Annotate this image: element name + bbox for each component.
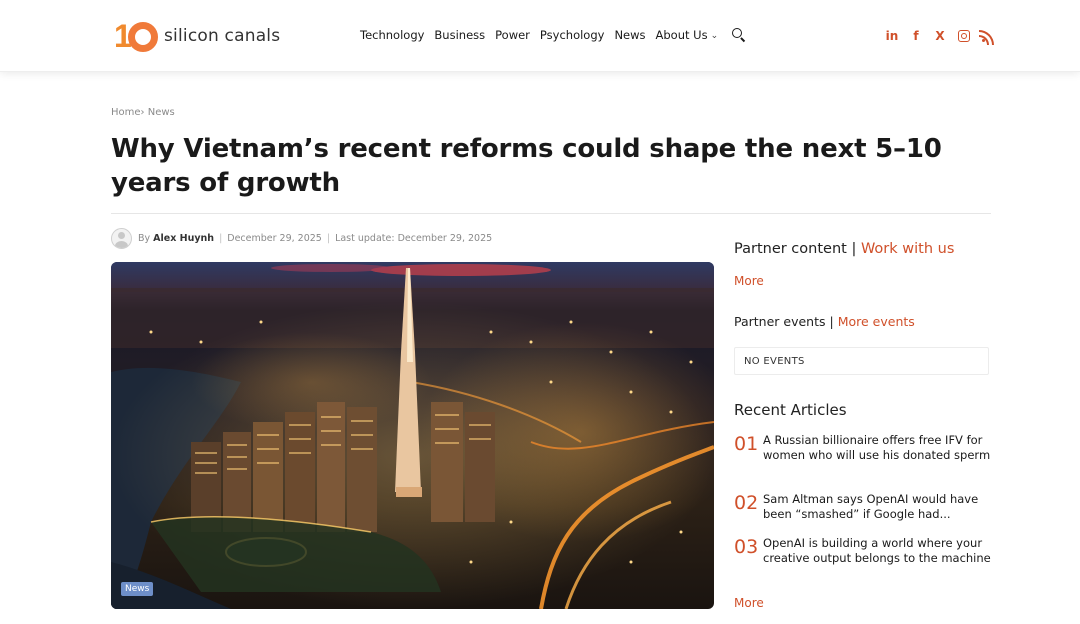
breadcrumb: Home› News: [111, 107, 175, 118]
recent-more-link[interactable]: More: [734, 596, 764, 610]
author-name[interactable]: Alex Huynh: [153, 233, 214, 244]
linkedin-icon[interactable]: in: [884, 28, 900, 44]
nav-item-about-us-label: About Us: [655, 28, 708, 42]
article-title: Why Vietnam’s recent reforms could shape…: [111, 134, 942, 198]
recent-article-title[interactable]: Sam Altman says OpenAI would have been “…: [763, 492, 991, 522]
nav-item-technology[interactable]: Technology: [360, 28, 424, 42]
partner-events-heading: Partner events | More events: [734, 314, 915, 329]
nav-item-psychology[interactable]: Psychology: [540, 28, 605, 42]
nav-item-power[interactable]: Power: [495, 28, 530, 42]
instagram-icon[interactable]: [956, 28, 972, 44]
breadcrumb-home[interactable]: Home: [111, 107, 141, 118]
meta-separator: |: [219, 233, 223, 244]
no-events-box: NO EVENTS: [734, 347, 989, 375]
recent-article-2[interactable]: 02 Sam Altman says OpenAI would have bee…: [734, 492, 991, 522]
partner-more-link[interactable]: More: [734, 274, 764, 288]
nav-item-news[interactable]: News: [614, 28, 645, 42]
recent-articles-heading: Recent Articles: [734, 401, 847, 419]
featured-image[interactable]: [111, 262, 714, 609]
x-icon[interactable]: X: [932, 28, 948, 44]
recent-article-3[interactable]: 03 OpenAI is building a world where your…: [734, 536, 991, 566]
logo-ring-icon: [128, 22, 158, 52]
last-update-date: December 29, 2025: [397, 233, 493, 244]
site-logo[interactable]: 1 silicon canals: [114, 18, 280, 54]
meta-separator: |: [326, 233, 331, 244]
facebook-icon[interactable]: f: [908, 28, 924, 44]
recent-article-number: 03: [734, 536, 759, 558]
nav-item-business[interactable]: Business: [434, 28, 485, 42]
title-divider: [111, 213, 991, 214]
main-nav: Technology Business Power Psychology New…: [360, 28, 746, 43]
more-events-link[interactable]: More events: [838, 314, 915, 329]
recent-article-1[interactable]: 01 A Russian billionaire offers free IFV…: [734, 433, 991, 463]
by-label: By: [138, 233, 151, 244]
nav-item-about-us[interactable]: About Us ⌄: [656, 28, 719, 42]
article-meta: By Alex Huynh | December 29, 2025 | Last…: [111, 228, 492, 249]
recent-article-number: 01: [734, 433, 759, 455]
partner-content-heading: Partner content | Work with us: [734, 241, 954, 257]
work-with-us-link[interactable]: Work with us: [861, 241, 954, 257]
breadcrumb-news[interactable]: News: [148, 107, 175, 118]
events-separator: |: [829, 314, 834, 329]
city-night-illustration: [111, 262, 714, 609]
recent-article-title[interactable]: A Russian billionaire offers free IFV fo…: [763, 433, 991, 463]
logo-mark: 1: [114, 19, 158, 53]
last-update-label: Last update:: [335, 233, 395, 244]
search-icon[interactable]: [732, 28, 746, 43]
recent-article-title[interactable]: OpenAI is building a world where your cr…: [763, 536, 991, 566]
recent-article-number: 02: [734, 492, 759, 514]
partner-events-label: Partner events: [734, 314, 826, 329]
chevron-down-icon: ⌄: [710, 31, 719, 41]
rss-icon[interactable]: [979, 28, 996, 45]
logo-text: silicon canals: [164, 26, 281, 46]
breadcrumb-separator: ›: [140, 107, 145, 118]
category-badge[interactable]: News: [121, 582, 154, 596]
partner-separator: |: [851, 241, 857, 257]
social-links: in f X: [884, 28, 1004, 45]
site-header: 1 silicon canals Technology Business Pow…: [0, 0, 1080, 72]
partner-content-label: Partner content: [734, 241, 847, 257]
author-avatar[interactable]: [111, 228, 132, 249]
publish-date: December 29, 2025: [227, 233, 322, 244]
